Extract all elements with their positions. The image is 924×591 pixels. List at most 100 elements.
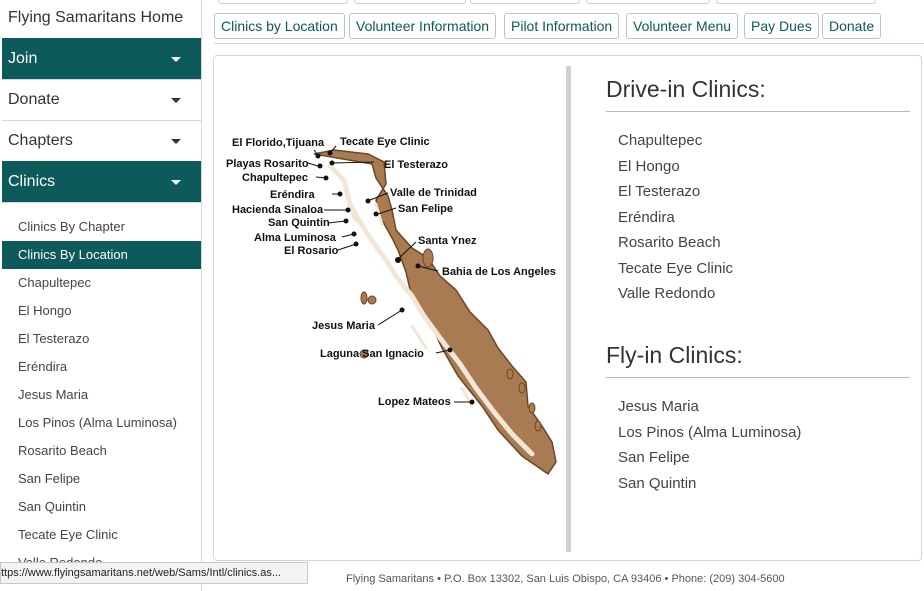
- map-label: Jesus Maria: [312, 320, 376, 332]
- drive-in-item: Rosarito Beach: [618, 234, 721, 251]
- map-marker: [343, 218, 349, 224]
- drive-in-item: Valle Redondo: [618, 285, 716, 302]
- map-label: Laguna San Ignacio: [320, 348, 424, 360]
- caret-down-icon: [171, 138, 181, 144]
- caret-down-icon: [171, 56, 181, 62]
- map-label: Tecate Eye Clinic: [340, 136, 430, 148]
- site-home-link[interactable]: Flying Samaritans Home: [2, 0, 201, 38]
- map-marker: [365, 198, 371, 204]
- nav-volunteer-menu[interactable]: Volunteer Menu: [626, 13, 739, 39]
- nav-clinics-by-location[interactable]: Clinics by Location: [214, 13, 345, 39]
- map-label: El Rosario: [284, 245, 339, 257]
- island-shape: [506, 368, 514, 380]
- map-label: San Felipe: [398, 203, 453, 215]
- nav-row-1-button[interactable]: [586, 0, 710, 4]
- fly-in-item: San Felipe: [618, 449, 690, 466]
- island-shape: [528, 402, 536, 414]
- content-panel: El Florido,Tijuana Tecate Eye Clinic Pla…: [213, 55, 922, 561]
- map-marker: [351, 231, 357, 237]
- map-marker: [345, 207, 351, 213]
- drive-in-heading: Drive-in Clinics:: [606, 76, 766, 102]
- submenu-chapultepec[interactable]: Chapultepec: [2, 269, 201, 297]
- nav-pay-dues[interactable]: Pay Dues: [744, 13, 819, 39]
- caret-down-icon: [171, 97, 181, 103]
- island-shape: [367, 295, 377, 305]
- map-label: Bahia de Los Angeles: [442, 266, 556, 278]
- sidebar: Flying Samaritans Home Join Donate Chapt…: [2, 0, 202, 591]
- heading-divider: [606, 377, 910, 378]
- menu-donate[interactable]: Donate: [2, 79, 201, 120]
- map-label: Lopez Mateos: [378, 396, 451, 408]
- map-marker: [373, 211, 379, 217]
- menu-join-label: Join: [8, 50, 38, 67]
- map-label: El Florido,Tijuana: [232, 137, 325, 149]
- drive-in-item: El Hongo: [618, 157, 680, 175]
- fly-in-item: Jesus Maria: [618, 398, 699, 415]
- map-marker: [337, 191, 343, 197]
- menu-clinics[interactable]: Clinics: [2, 161, 201, 202]
- map-label: Eréndira: [270, 189, 316, 201]
- map-marker: [327, 150, 333, 156]
- island-shape: [534, 420, 542, 432]
- browser-status-url: ttps://www.flyingsamaritans.net/web/Sams…: [0, 562, 308, 584]
- menu-chapters[interactable]: Chapters: [2, 120, 201, 161]
- map-label: Chapultepec: [242, 172, 308, 184]
- drive-in-item: Eréndira: [618, 208, 675, 226]
- map-marker: [399, 307, 405, 313]
- submenu-tecate-eye-clinic[interactable]: Tecate Eye Clinic: [2, 521, 201, 549]
- submenu-erendira[interactable]: Eréndira: [2, 353, 201, 381]
- map-label: El Testerazo: [384, 159, 448, 171]
- map-marker: [447, 347, 453, 353]
- map-label: Santa Ynez: [418, 235, 477, 247]
- submenu-el-testerazo[interactable]: El Testerazo: [2, 325, 201, 353]
- vertical-divider: [566, 66, 571, 552]
- submenu-san-quintin[interactable]: San Quintin: [2, 493, 201, 521]
- map-marker: [395, 257, 401, 263]
- submenu-clinics-by-chapter[interactable]: Clinics By Chapter: [2, 213, 201, 241]
- island-shape: [422, 248, 434, 268]
- submenu-jesus-maria[interactable]: Jesus Maria: [2, 381, 201, 409]
- fly-in-list: Jesus Maria Los Pinos (Alma Luminosa) Sa…: [618, 394, 801, 496]
- map-label: Alma Luminosa: [254, 232, 337, 244]
- map-marker: [315, 153, 321, 159]
- nav-volunteer-information[interactable]: Volunteer Information: [349, 13, 497, 39]
- map-marker: [469, 399, 475, 405]
- map-marker: [415, 263, 421, 269]
- baja-clinics-map: El Florido,Tijuana Tecate Eye Clinic Pla…: [226, 136, 557, 476]
- heading-divider: [606, 111, 910, 112]
- nav-pilot-information[interactable]: Pilot Information: [504, 13, 620, 39]
- submenu-clinics-by-location[interactable]: Clinics By Location: [2, 241, 201, 269]
- map-label: Playas Rosarito: [226, 158, 309, 170]
- island-shape: [518, 382, 526, 394]
- submenu-los-pinos[interactable]: Los Pinos (Alma Luminosa): [2, 409, 201, 437]
- submenu-el-hongo[interactable]: El Hongo: [2, 297, 201, 325]
- submenu-rosarito-beach[interactable]: Rosarito Beach: [2, 437, 201, 465]
- nav-row-1-button[interactable]: [470, 0, 580, 4]
- map-marker: [323, 175, 329, 181]
- map-marker: [329, 160, 335, 166]
- nav-row-1-button[interactable]: [716, 0, 876, 4]
- map-marker: [317, 163, 323, 169]
- map-label: Hacienda Sinaloa: [232, 204, 324, 216]
- menu-join[interactable]: Join: [2, 38, 201, 79]
- drive-in-list: Chapultepec El Hongo El Testerazo Eréndi…: [618, 128, 733, 307]
- page-footer: Flying Samaritans • P.O. Box 13302, San …: [346, 573, 785, 585]
- nav-donate[interactable]: Donate: [822, 13, 882, 39]
- map-label: Valle de Trinidad: [390, 187, 477, 199]
- clinics-submenu: Clinics By Chapter Clinics By Location C…: [2, 202, 201, 577]
- island-shape: [360, 291, 368, 305]
- menu-chapters-label: Chapters: [8, 132, 73, 149]
- menu-donate-label: Donate: [8, 91, 60, 108]
- map-marker: [353, 241, 359, 247]
- fly-in-heading: Fly-in Clinics:: [606, 342, 743, 368]
- fly-in-item: San Quintin: [618, 474, 697, 492]
- fly-in-item: Los Pinos (Alma Luminosa): [618, 423, 802, 441]
- caret-down-icon: [171, 179, 181, 185]
- drive-in-item: El Testerazo: [618, 183, 701, 200]
- nav-row-1-button[interactable]: [218, 0, 348, 4]
- nav-row-1-button[interactable]: [354, 0, 466, 4]
- drive-in-item: Chapultepec: [618, 132, 703, 149]
- drive-in-item: Tecate Eye Clinic: [618, 259, 734, 277]
- submenu-san-felipe[interactable]: San Felipe: [2, 465, 201, 493]
- top-nav: Clinics by Location Volunteer Informatio…: [214, 0, 924, 44]
